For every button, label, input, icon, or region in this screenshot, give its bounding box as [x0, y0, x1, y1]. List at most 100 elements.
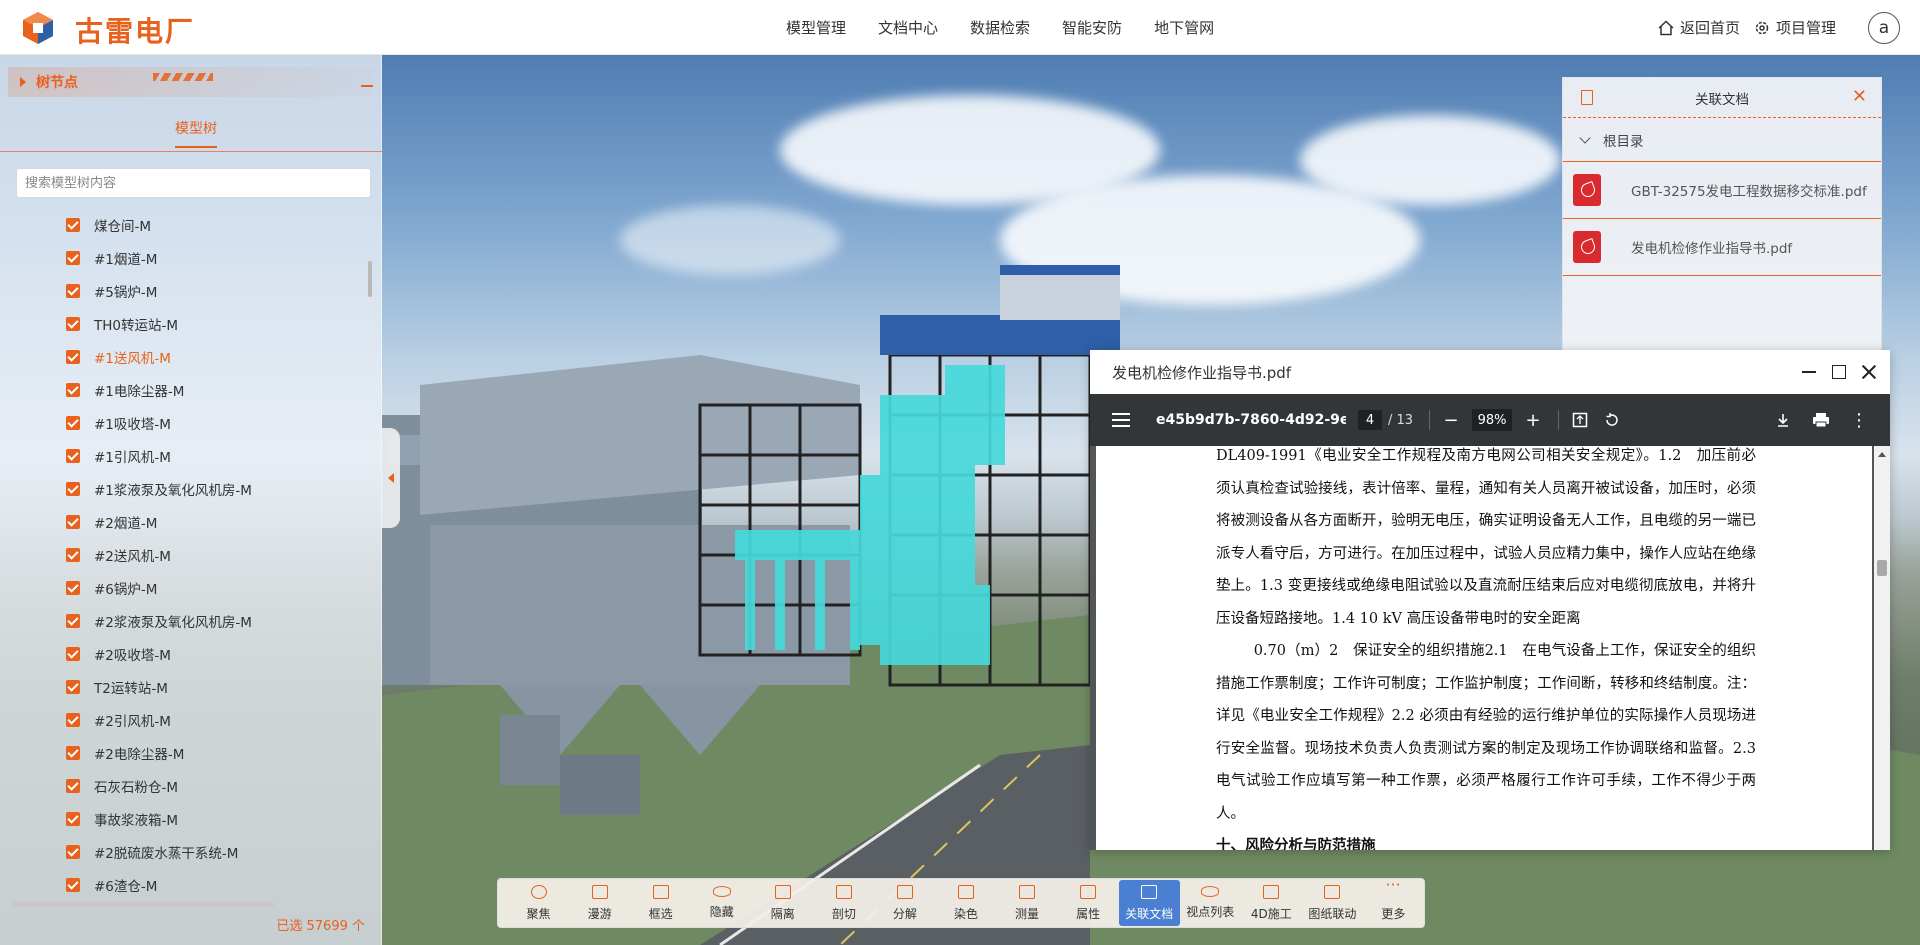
nav-model-management[interactable]: 模型管理 [770, 17, 862, 38]
download-icon[interactable] [1774, 411, 1792, 429]
tab-model-tree[interactable]: 模型树 [175, 118, 217, 148]
nav-data-search[interactable]: 数据检索 [954, 17, 1046, 38]
tool-target[interactable]: 聚焦 [508, 880, 569, 926]
checkbox-checked-icon[interactable] [66, 547, 80, 562]
tool-more[interactable]: 更多 [1363, 875, 1424, 926]
tree-search-input[interactable] [16, 168, 371, 198]
scroll-up-icon[interactable] [1878, 452, 1886, 457]
checkbox-checked-icon[interactable] [66, 250, 80, 265]
more-icon [1385, 875, 1401, 899]
checkbox-checked-icon[interactable] [66, 316, 80, 331]
tool-eye[interactable]: 视点列表 [1180, 880, 1241, 926]
tree-item[interactable]: #2浆液泵及氧化风机房-M [0, 604, 366, 637]
tree-item[interactable]: #2电除尘器-M [0, 736, 366, 769]
checkbox-checked-icon[interactable] [66, 778, 80, 793]
tree-item-label: #1送风机-M [94, 350, 171, 367]
tree-item[interactable]: 煤仓间-M [0, 208, 366, 241]
tool-document[interactable]: 关联文档 [1118, 880, 1180, 926]
tree-item[interactable]: #2引风机-M [0, 703, 366, 736]
maximize-icon[interactable] [1832, 365, 1846, 379]
tree-item[interactable]: #1吸收塔-M [0, 406, 366, 439]
tree-vertical-scrollbar[interactable] [368, 261, 372, 297]
checkbox-checked-icon[interactable] [66, 349, 80, 364]
tree-item[interactable]: #1引风机-M [0, 439, 366, 472]
root-folder[interactable]: 根目录 [1563, 118, 1881, 162]
tree-item[interactable]: #1电除尘器-M [0, 373, 366, 406]
zoom-in-icon[interactable]: + [1524, 410, 1542, 431]
tool-ruler[interactable]: 测量 [997, 880, 1058, 926]
tool-section[interactable]: 剖切 [813, 880, 874, 926]
checkbox-checked-icon[interactable] [66, 712, 80, 727]
tree-item[interactable]: #2送风机-M [0, 538, 366, 571]
tree-item[interactable]: #1浆液泵及氧化风机房-M [0, 472, 366, 505]
page-number-input[interactable] [1358, 410, 1382, 430]
tool-properties[interactable]: 属性 [1058, 880, 1119, 926]
rotate-icon[interactable] [1603, 411, 1621, 429]
close-icon[interactable]: ✕ [1852, 86, 1867, 107]
more-vertical-icon[interactable]: ⋮ [1850, 410, 1868, 431]
tool-explode[interactable]: 分解 [874, 880, 935, 926]
checkbox-checked-icon[interactable] [66, 448, 80, 463]
checkbox-checked-icon[interactable] [66, 844, 80, 859]
tree-item-label: #2浆液泵及氧化风机房-M [94, 614, 252, 631]
pdf-window-titlebar[interactable]: 发电机检修作业指导书.pdf [1090, 350, 1890, 394]
tree-item[interactable]: #2烟道-M [0, 505, 366, 538]
checkbox-checked-icon[interactable] [66, 811, 80, 826]
pdf-document-area[interactable]: DL409-1991《电业安全工作规程及南方电网公司相关安全规定》。1.2 加压… [1090, 446, 1890, 850]
nav-underground-pipes[interactable]: 地下管网 [1138, 17, 1230, 38]
close-icon[interactable] [1862, 365, 1876, 379]
project-management-link[interactable]: 项目管理 [1754, 17, 1836, 38]
checkbox-checked-icon[interactable] [66, 745, 80, 760]
tree-item[interactable]: #2吸收塔-M [0, 637, 366, 670]
checkbox-checked-icon[interactable] [66, 415, 80, 430]
tree-item[interactable]: 石灰石粉仓-M [0, 769, 366, 802]
tree-node-header[interactable]: 树节点 [8, 67, 374, 97]
checkbox-checked-icon[interactable] [66, 613, 80, 628]
collapse-icon[interactable] [361, 85, 373, 87]
tree-item[interactable]: #6锅炉-M [0, 571, 366, 604]
tool-eye-off[interactable]: 隐藏 [691, 880, 752, 926]
checkbox-checked-icon[interactable] [66, 514, 80, 529]
tool-car[interactable]: 漫游 [569, 880, 630, 926]
checkbox-checked-icon[interactable] [66, 382, 80, 397]
tree-item[interactable]: #5锅炉-M [0, 274, 366, 307]
tree-item[interactable]: TH0转运站-M [0, 307, 366, 340]
tree-item[interactable]: #6渣仓-M [0, 868, 366, 901]
tool-link[interactable]: 图纸联动 [1302, 880, 1363, 926]
checkbox-checked-icon[interactable] [66, 217, 80, 232]
menu-icon[interactable] [1112, 413, 1130, 427]
checkbox-checked-icon[interactable] [66, 283, 80, 298]
pdf-document-id: e45b9d7b-7860-4d92-9ed... [1156, 412, 1346, 428]
zoom-out-icon[interactable]: − [1442, 410, 1460, 431]
nav-document-center[interactable]: 文档中心 [862, 17, 954, 38]
checkbox-checked-icon[interactable] [66, 481, 80, 496]
tree-item-label: #1吸收塔-M [94, 416, 171, 433]
doc-file-item[interactable]: 发电机检修作业指导书.pdf [1563, 219, 1881, 276]
tree-item[interactable]: T2运转站-M [0, 670, 366, 703]
nav-smart-security[interactable]: 智能安防 [1046, 17, 1138, 38]
pdf-scrollbar[interactable] [1874, 446, 1890, 850]
tree-item[interactable]: #2脱硫废水蒸干系统-M [0, 835, 366, 868]
tool-timeline[interactable]: 4D施工 [1241, 880, 1302, 926]
user-avatar[interactable]: a [1868, 11, 1900, 44]
checkbox-checked-icon[interactable] [66, 580, 80, 595]
tool-paint-bucket[interactable]: 染色 [935, 880, 996, 926]
fit-page-icon[interactable] [1571, 411, 1589, 429]
print-icon[interactable] [1812, 411, 1830, 429]
doc-file-item[interactable]: GBT-32575发电工程数据移交标准.pdf [1563, 162, 1881, 219]
minimize-icon[interactable] [1802, 365, 1816, 379]
checkbox-checked-icon[interactable] [66, 646, 80, 661]
zoom-input[interactable] [1472, 409, 1513, 431]
eye-off-icon [712, 886, 731, 897]
tool-box-select[interactable]: 框选 [630, 880, 691, 926]
tree-item[interactable]: #1烟道-M [0, 241, 366, 274]
scroll-thumb[interactable] [1877, 560, 1887, 576]
checkbox-checked-icon[interactable] [66, 679, 80, 694]
home-link[interactable]: 返回首页 [1658, 17, 1740, 38]
tree-horizontal-scrollbar[interactable] [12, 902, 274, 907]
tree-item[interactable]: 事故浆液箱-M [0, 802, 366, 835]
tool-isolate[interactable]: 隔离 [752, 880, 813, 926]
checkbox-checked-icon[interactable] [66, 877, 80, 892]
tree-item[interactable]: #1送风机-M [0, 340, 366, 373]
panel-toggle-button[interactable] [382, 428, 400, 528]
